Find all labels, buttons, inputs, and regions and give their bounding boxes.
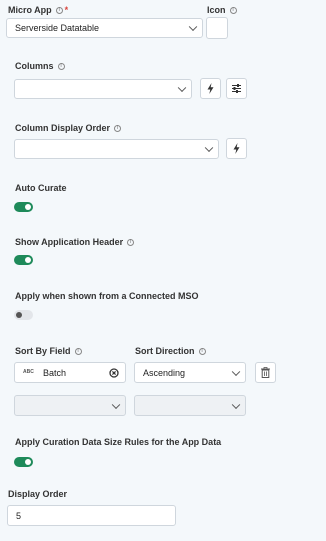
micro-app-select[interactable]: Serverside Datatable (6, 18, 203, 38)
chevron-down-icon (204, 143, 214, 153)
sort-direction-value: Ascending (143, 367, 186, 378)
info-icon: i (55, 7, 63, 14)
display-order-label: Display Order (8, 489, 68, 499)
toggle-knob (16, 312, 22, 318)
info-icon: i (198, 348, 206, 355)
auto-curate-toggle[interactable] (14, 202, 33, 212)
chevron-down-icon (231, 400, 241, 409)
trash-icon (261, 367, 270, 378)
curation-rules-label: Apply Curation Data Size Rules for the A… (15, 437, 222, 447)
toggle-knob (25, 204, 31, 210)
info-icon: i (114, 125, 122, 132)
auto-curate-label: Auto Curate (15, 183, 67, 193)
show-app-header-toggle[interactable] (14, 255, 33, 265)
info-icon: i (229, 7, 237, 14)
chevron-down-icon (231, 367, 241, 376)
column-display-order-dynamic-button[interactable] (226, 138, 247, 159)
sort-by-field-select[interactable]: ABC Batch (14, 362, 126, 383)
info-icon: i (127, 239, 135, 246)
info-icon: i (57, 63, 65, 70)
delete-sort-button[interactable] (255, 362, 276, 383)
icon-picker[interactable] (206, 17, 228, 39)
micro-app-value: Serverside Datatable (15, 23, 100, 33)
sort-by-field-value: Batch (43, 368, 67, 378)
toggle-knob (25, 257, 31, 263)
additional-sort-field-select[interactable] (14, 395, 126, 416)
sort-direction-select[interactable]: Ascending (134, 362, 246, 383)
column-display-order-label: Column Display Order i (15, 123, 122, 133)
connected-mso-toggle[interactable] (14, 310, 33, 320)
micro-app-label: Micro App i * (8, 5, 69, 15)
required-mark: * (64, 5, 69, 15)
bolt-icon (233, 143, 240, 154)
display-order-value: 5 (16, 510, 22, 521)
field-type-badge: ABC (23, 369, 34, 375)
additional-sort-direction-select[interactable] (134, 395, 246, 416)
sort-by-field-label: Sort By Field i (15, 346, 82, 356)
sliders-icon (232, 84, 241, 93)
sort-direction-label: Sort Direction i (135, 346, 206, 356)
columns-settings-button[interactable] (226, 78, 247, 99)
chevron-down-icon (188, 22, 198, 32)
show-app-header-label: Show Application Header i (15, 237, 135, 247)
columns-select[interactable] (14, 79, 192, 99)
connected-mso-label: Apply when shown from a Connected MSO (15, 291, 199, 301)
display-order-input[interactable]: 5 (7, 505, 176, 526)
curation-rules-toggle[interactable] (14, 457, 33, 467)
chevron-down-icon (111, 400, 121, 409)
toggle-knob (25, 459, 31, 465)
bolt-icon (207, 83, 214, 94)
column-display-order-select[interactable] (14, 139, 219, 159)
icon-field-label: Icon i (207, 5, 237, 15)
chevron-down-icon (177, 83, 187, 93)
clear-icon[interactable] (109, 368, 119, 378)
info-icon: i (74, 348, 82, 355)
columns-label: Columns i (15, 61, 65, 71)
columns-dynamic-button[interactable] (200, 78, 221, 99)
